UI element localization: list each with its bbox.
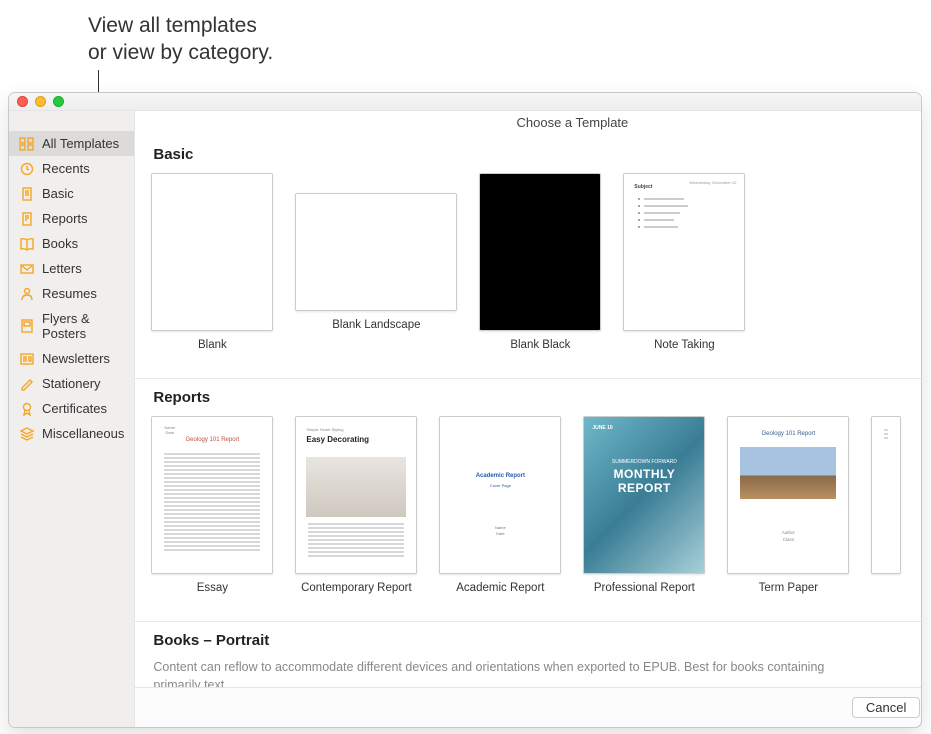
basic-templates-row: Blank Blank Landscape Blank Black Wednes…	[151, 173, 922, 372]
template-thumbnail	[479, 173, 601, 331]
sidebar-item-miscellaneous[interactable]: Miscellaneous	[9, 421, 134, 446]
template-label: Professional Report	[583, 581, 705, 609]
sidebar-item-label: Resumes	[42, 286, 97, 301]
sidebar-item-label: Stationery	[42, 376, 101, 391]
template-thumbnail: Geology 101 Report AuthorClass	[727, 416, 849, 574]
clock-icon	[19, 162, 35, 176]
document-icon	[19, 187, 35, 201]
callout-annotation: View all templates or view by category.	[88, 12, 273, 67]
template-label: Term Paper	[727, 581, 849, 609]
template-blank-black[interactable]: Blank Black	[479, 173, 601, 366]
template-essay[interactable]: NameDate Geology 101 Report Essay	[151, 416, 273, 609]
reports-templates-row: NameDate Geology 101 Report Essay	[151, 416, 922, 615]
book-icon	[19, 237, 35, 251]
newsletter-icon	[19, 352, 35, 366]
sidebar-item-label: Letters	[42, 261, 82, 276]
template-partial[interactable]	[871, 416, 901, 609]
section-heading-reports: Reports	[153, 389, 922, 406]
template-label: Blank Black	[479, 338, 601, 366]
sidebar-item-letters[interactable]: Letters	[9, 256, 134, 281]
template-chooser-window: All Templates Recents Basic Reports Book…	[8, 92, 922, 728]
template-label: Contemporary Report	[295, 581, 417, 609]
template-thumbnail	[871, 416, 901, 574]
sidebar-item-stationery[interactable]: Stationery	[9, 371, 134, 396]
template-label: Blank Landscape	[295, 318, 457, 346]
sidebar-item-resumes[interactable]: Resumes	[9, 281, 134, 306]
template-label: Essay	[151, 581, 273, 609]
letter-icon	[19, 262, 35, 276]
report-icon	[19, 212, 35, 226]
sidebar-item-label: Basic	[42, 186, 74, 201]
sidebar-item-flyers-posters[interactable]: Flyers & Posters	[9, 306, 134, 346]
grid-icon	[19, 137, 35, 151]
template-contemporary-report[interactable]: Simple Home Styling Easy Decorating Cont…	[295, 416, 417, 609]
window-title: Choose a Template	[135, 111, 922, 138]
template-label: Note Taking	[623, 338, 745, 366]
sidebar-item-label: All Templates	[42, 136, 119, 151]
template-label: Academic Report	[439, 581, 561, 609]
sidebar-item-label: Flyers & Posters	[42, 311, 124, 341]
sidebar-item-newsletters[interactable]: Newsletters	[9, 346, 134, 371]
template-note-taking[interactable]: Wednesday, December 10 Subject Note Taki…	[623, 173, 745, 366]
template-term-paper[interactable]: Geology 101 Report AuthorClass Term Pape…	[727, 416, 849, 609]
close-window-button[interactable]	[17, 96, 28, 107]
person-icon	[19, 287, 35, 301]
template-thumbnail: JUNE 10 SUMMERDOWN FORWARD MONTHLY REPOR…	[583, 416, 705, 574]
section-heading-books: Books – Portrait	[153, 632, 922, 649]
sidebar-item-books[interactable]: Books	[9, 231, 134, 256]
sidebar-item-recents[interactable]: Recents	[9, 156, 134, 181]
minimize-window-button[interactable]	[35, 96, 46, 107]
section-divider	[135, 378, 922, 379]
sidebar-item-label: Books	[42, 236, 78, 251]
template-label: Blank	[151, 338, 273, 366]
sidebar-item-label: Miscellaneous	[42, 426, 124, 441]
sidebar-item-label: Newsletters	[42, 351, 110, 366]
window-controls	[17, 96, 64, 107]
main-content: Choose a Template Basic Blank Blank Land…	[135, 111, 922, 727]
section-divider	[135, 621, 922, 622]
template-thumbnail: Academic Report Cover Page NameDate	[439, 416, 561, 574]
zoom-window-button[interactable]	[53, 96, 64, 107]
template-thumbnail	[295, 193, 457, 311]
sidebar-item-label: Certificates	[42, 401, 107, 416]
template-thumbnail	[151, 173, 273, 331]
sidebar-item-certificates[interactable]: Certificates	[9, 396, 134, 421]
sidebar-item-label: Recents	[42, 161, 90, 176]
template-academic-report[interactable]: Academic Report Cover Page NameDate Acad…	[439, 416, 561, 609]
stack-icon	[19, 427, 35, 441]
template-professional-report[interactable]: JUNE 10 SUMMERDOWN FORWARD MONTHLY REPOR…	[583, 416, 705, 609]
cancel-button[interactable]: Cancel	[852, 697, 920, 718]
sidebar-item-reports[interactable]: Reports	[9, 206, 134, 231]
category-sidebar: All Templates Recents Basic Reports Book…	[9, 111, 135, 727]
template-blank[interactable]: Blank	[151, 173, 273, 366]
template-thumbnail: Wednesday, December 10 Subject	[623, 173, 745, 331]
ribbon-icon	[19, 402, 35, 416]
template-thumbnail: NameDate Geology 101 Report	[151, 416, 273, 574]
titlebar	[9, 93, 921, 111]
sidebar-item-basic[interactable]: Basic	[9, 181, 134, 206]
flyer-icon	[19, 319, 35, 333]
template-blank-landscape[interactable]: Blank Landscape	[295, 173, 457, 366]
section-heading-basic: Basic	[153, 146, 922, 163]
dialog-footer: Cancel Create	[135, 687, 922, 727]
pencil-icon	[19, 377, 35, 391]
template-thumbnail: Simple Home Styling Easy Decorating	[295, 416, 417, 574]
sidebar-item-label: Reports	[42, 211, 88, 226]
sidebar-item-all-templates[interactable]: All Templates	[9, 131, 134, 156]
